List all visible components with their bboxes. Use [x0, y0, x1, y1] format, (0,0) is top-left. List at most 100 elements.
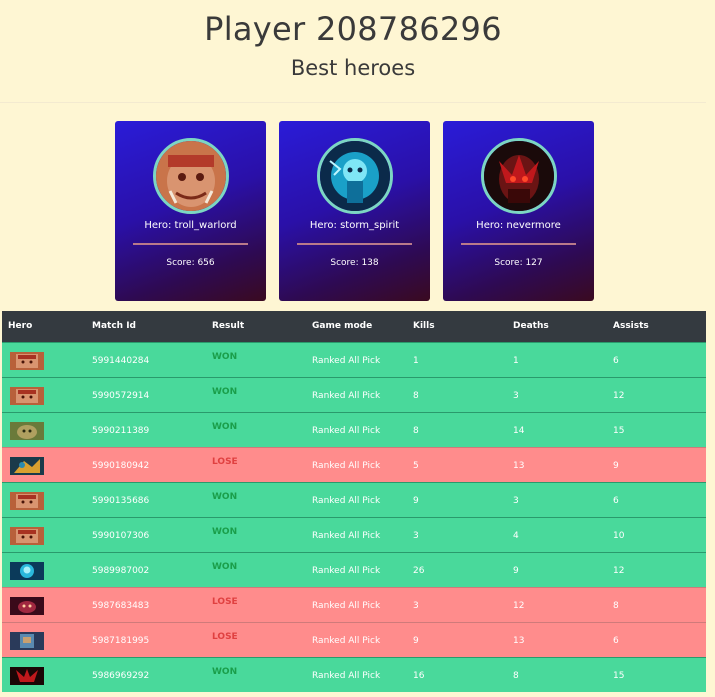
match-id-cell[interactable]: 5990572914	[92, 391, 149, 401]
nevermore-portrait-icon	[481, 138, 557, 214]
best-hero-card[interactable]: Hero: nevermore Score: 127	[443, 121, 594, 301]
result-cell: LOSE	[212, 597, 238, 607]
column-header-assists[interactable]: Assists	[613, 321, 649, 331]
page-title: Player 208786296	[204, 10, 502, 48]
deaths-cell: 4	[513, 531, 519, 541]
table-row[interactable]: 5986969292 WON Ranked All Pick 16 8 15	[2, 657, 706, 692]
match-id-cell[interactable]: 5991440284	[92, 356, 149, 366]
page-subtitle: Best heroes	[290, 56, 416, 80]
column-header-game-mode[interactable]: Game mode	[312, 321, 372, 331]
match-id-cell[interactable]: 5987683483	[92, 601, 149, 611]
player-page: Player 208786296 Best heroes Hero: troll…	[0, 0, 715, 697]
assists-cell: 12	[613, 566, 625, 576]
match-id-cell[interactable]: 5987181995	[92, 636, 149, 646]
match-id-cell[interactable]: 5990211389	[92, 426, 149, 436]
hero-thumbnail-icon	[10, 422, 44, 440]
game-mode-cell: Ranked All Pick	[312, 566, 381, 576]
deaths-cell: 9	[513, 566, 519, 576]
hero-thumbnail-icon	[10, 457, 44, 475]
assists-cell: 12	[613, 391, 625, 401]
best-hero-score: Score: 127	[494, 258, 543, 268]
match-id-cell[interactable]: 5990180942	[92, 461, 149, 471]
match-id-cell[interactable]: 5990107306	[92, 531, 149, 541]
hero-thumbnail-icon	[10, 352, 44, 370]
table-row[interactable]: 5987181995 LOSE Ranked All Pick 9 13 6	[2, 622, 706, 657]
result-cell: LOSE	[212, 457, 238, 467]
table-row[interactable]: 5990211389 WON Ranked All Pick 8 14 15	[2, 412, 706, 447]
game-mode-cell: Ranked All Pick	[312, 356, 381, 366]
table-row[interactable]: 5990135686 WON Ranked All Pick 9 3 6	[2, 482, 706, 517]
deaths-cell: 12	[513, 601, 525, 611]
table-row[interactable]: 5989987002 WON Ranked All Pick 26 9 12	[2, 552, 706, 587]
column-header-match-id[interactable]: Match Id	[92, 321, 136, 331]
assists-cell: 15	[613, 671, 625, 681]
match-id-cell[interactable]: 5986969292	[92, 671, 149, 681]
hero-thumbnail-icon	[10, 562, 44, 580]
game-mode-cell: Ranked All Pick	[312, 496, 381, 506]
card-divider	[297, 243, 412, 245]
game-mode-cell: Ranked All Pick	[312, 636, 381, 646]
kills-cell: 16	[413, 671, 425, 681]
assists-cell: 6	[613, 356, 619, 366]
match-id-cell[interactable]: 5990135686	[92, 496, 149, 506]
result-cell: WON	[212, 387, 238, 397]
deaths-cell: 8	[513, 671, 519, 681]
hero-thumbnail-icon	[10, 597, 44, 615]
result-cell: WON	[212, 422, 238, 432]
kills-cell: 3	[413, 531, 419, 541]
table-row[interactable]: 5990107306 WON Ranked All Pick 3 4 10	[2, 517, 706, 552]
kills-cell: 9	[413, 496, 419, 506]
kills-cell: 5	[413, 461, 419, 471]
result-cell: WON	[212, 352, 238, 362]
assists-cell: 10	[613, 531, 625, 541]
hero-thumbnail-icon	[10, 492, 44, 510]
kills-cell: 8	[413, 391, 419, 401]
best-hero-card[interactable]: Hero: troll_warlord Score: 656	[115, 121, 266, 301]
best-hero-name: Hero: troll_warlord	[144, 220, 237, 231]
deaths-cell: 13	[513, 636, 525, 646]
deaths-cell: 1	[513, 356, 519, 366]
result-cell: WON	[212, 527, 238, 537]
assists-cell: 9	[613, 461, 619, 471]
table-row[interactable]: 5991440284 WON Ranked All Pick 1 1 6	[2, 342, 706, 377]
game-mode-cell: Ranked All Pick	[312, 391, 381, 401]
column-header-result[interactable]: Result	[212, 321, 244, 331]
card-divider	[133, 243, 248, 245]
best-hero-card[interactable]: Hero: storm_spirit Score: 138	[279, 121, 430, 301]
kills-cell: 1	[413, 356, 419, 366]
assists-cell: 6	[613, 496, 619, 506]
table-row[interactable]: 5987683483 LOSE Ranked All Pick 3 12 8	[2, 587, 706, 622]
hero-thumbnail-icon	[10, 387, 44, 405]
table-row[interactable]: 5990180942 LOSE Ranked All Pick 5 13 9	[2, 447, 706, 482]
match-id-cell[interactable]: 5989987002	[92, 566, 149, 576]
table-header: Hero Match Id Result Game mode Kills Dea…	[2, 311, 706, 342]
hero-thumbnail-icon	[10, 527, 44, 545]
hero-thumbnail-icon	[10, 667, 44, 685]
card-divider	[461, 243, 576, 245]
kills-cell: 9	[413, 636, 419, 646]
best-hero-name: Hero: nevermore	[476, 220, 561, 231]
game-mode-cell: Ranked All Pick	[312, 461, 381, 471]
game-mode-cell: Ranked All Pick	[312, 426, 381, 436]
table-row[interactable]: 5990572914 WON Ranked All Pick 8 3 12	[2, 377, 706, 412]
deaths-cell: 13	[513, 461, 525, 471]
troll-warlord-portrait-icon	[153, 138, 229, 214]
result-cell: WON	[212, 562, 238, 572]
kills-cell: 26	[413, 566, 425, 576]
column-header-deaths[interactable]: Deaths	[513, 321, 549, 331]
deaths-cell: 3	[513, 496, 519, 506]
game-mode-cell: Ranked All Pick	[312, 671, 381, 681]
matches-table: Hero Match Id Result Game mode Kills Dea…	[2, 311, 706, 692]
assists-cell: 6	[613, 636, 619, 646]
assists-cell: 15	[613, 426, 625, 436]
hero-thumbnail-icon	[10, 632, 44, 650]
header-divider	[0, 102, 706, 103]
assists-cell: 8	[613, 601, 619, 611]
column-header-hero[interactable]: Hero	[8, 321, 32, 331]
column-header-kills[interactable]: Kills	[413, 321, 435, 331]
best-hero-score: Score: 656	[166, 258, 215, 268]
deaths-cell: 3	[513, 391, 519, 401]
game-mode-cell: Ranked All Pick	[312, 531, 381, 541]
deaths-cell: 14	[513, 426, 525, 436]
result-cell: LOSE	[212, 632, 238, 642]
